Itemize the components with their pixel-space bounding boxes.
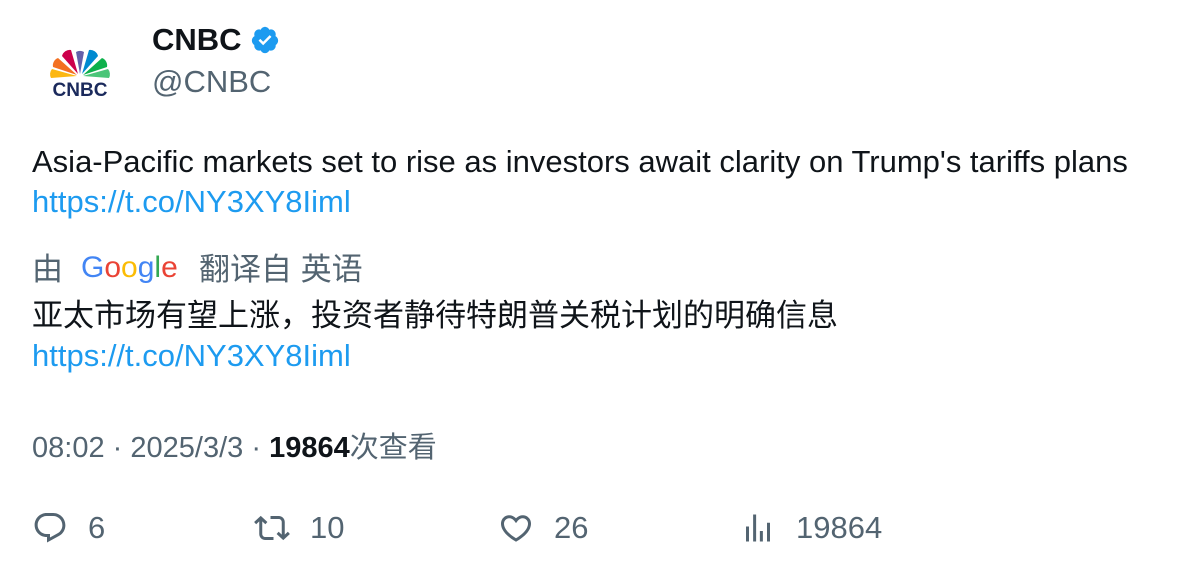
views-label: 次查看 [349, 432, 437, 464]
reply-icon [34, 513, 66, 543]
like-button[interactable]: 26 [498, 510, 588, 546]
translation-attribution: 由 Google 翻译自 英语 [32, 244, 363, 289]
author-name-row: CNBC [152, 22, 280, 58]
retweet-button[interactable]: 10 [254, 510, 344, 546]
cnbc-logo: CNBC [50, 49, 110, 101]
action-bar: 6 10 26 19864 [32, 510, 1172, 554]
tweet-text: Asia-Pacific markets set to rise as inve… [32, 144, 1128, 179]
views-button[interactable]: 19864 [740, 510, 882, 546]
heart-icon [500, 515, 532, 542]
reply-button[interactable]: 6 [32, 510, 105, 546]
translated-body: 亚太市场有望上涨，投资者静待特朗普关税计划的明确信息 https://t.co/… [32, 296, 1182, 376]
verified-badge-icon[interactable] [250, 25, 280, 55]
meta-separator: · [251, 432, 261, 464]
tweet-date[interactable]: 2025/3/3 [130, 432, 243, 464]
translation-prefix: 由 [32, 252, 63, 287]
retweet-icon [254, 515, 290, 541]
author-handle[interactable]: @CNBC [152, 64, 271, 100]
meta-separator: · [112, 432, 123, 464]
tweet-time[interactable]: 08:02 [32, 432, 105, 464]
tweet-link[interactable]: https://t.co/NY3XY8Iiml [32, 182, 1182, 222]
reply-count: 6 [88, 510, 106, 545]
translated-link[interactable]: https://t.co/NY3XY8Iiml [32, 336, 1182, 376]
analytics-icon [746, 514, 770, 542]
like-count: 26 [554, 510, 589, 545]
retweet-count: 10 [310, 510, 345, 545]
author-display-name[interactable]: CNBC [152, 22, 242, 58]
svg-text:Google: Google [81, 251, 178, 284]
logo-text: CNBC [53, 80, 108, 101]
views-count: 19864 [269, 432, 350, 464]
translated-text: 亚太市场有望上涨，投资者静待特朗普关税计划的明确信息 [32, 298, 838, 333]
translation-suffix: 翻译自 英语 [199, 252, 363, 287]
tweet-meta: 08:02 · 2025/3/3 · 19864次查看 [32, 424, 437, 466]
avatar[interactable]: CNBC [32, 30, 128, 126]
views-action-count: 19864 [796, 510, 883, 545]
google-logo-icon[interactable]: Google [81, 247, 181, 287]
tweet-body: Asia-Pacific markets set to rise as inve… [32, 142, 1182, 222]
